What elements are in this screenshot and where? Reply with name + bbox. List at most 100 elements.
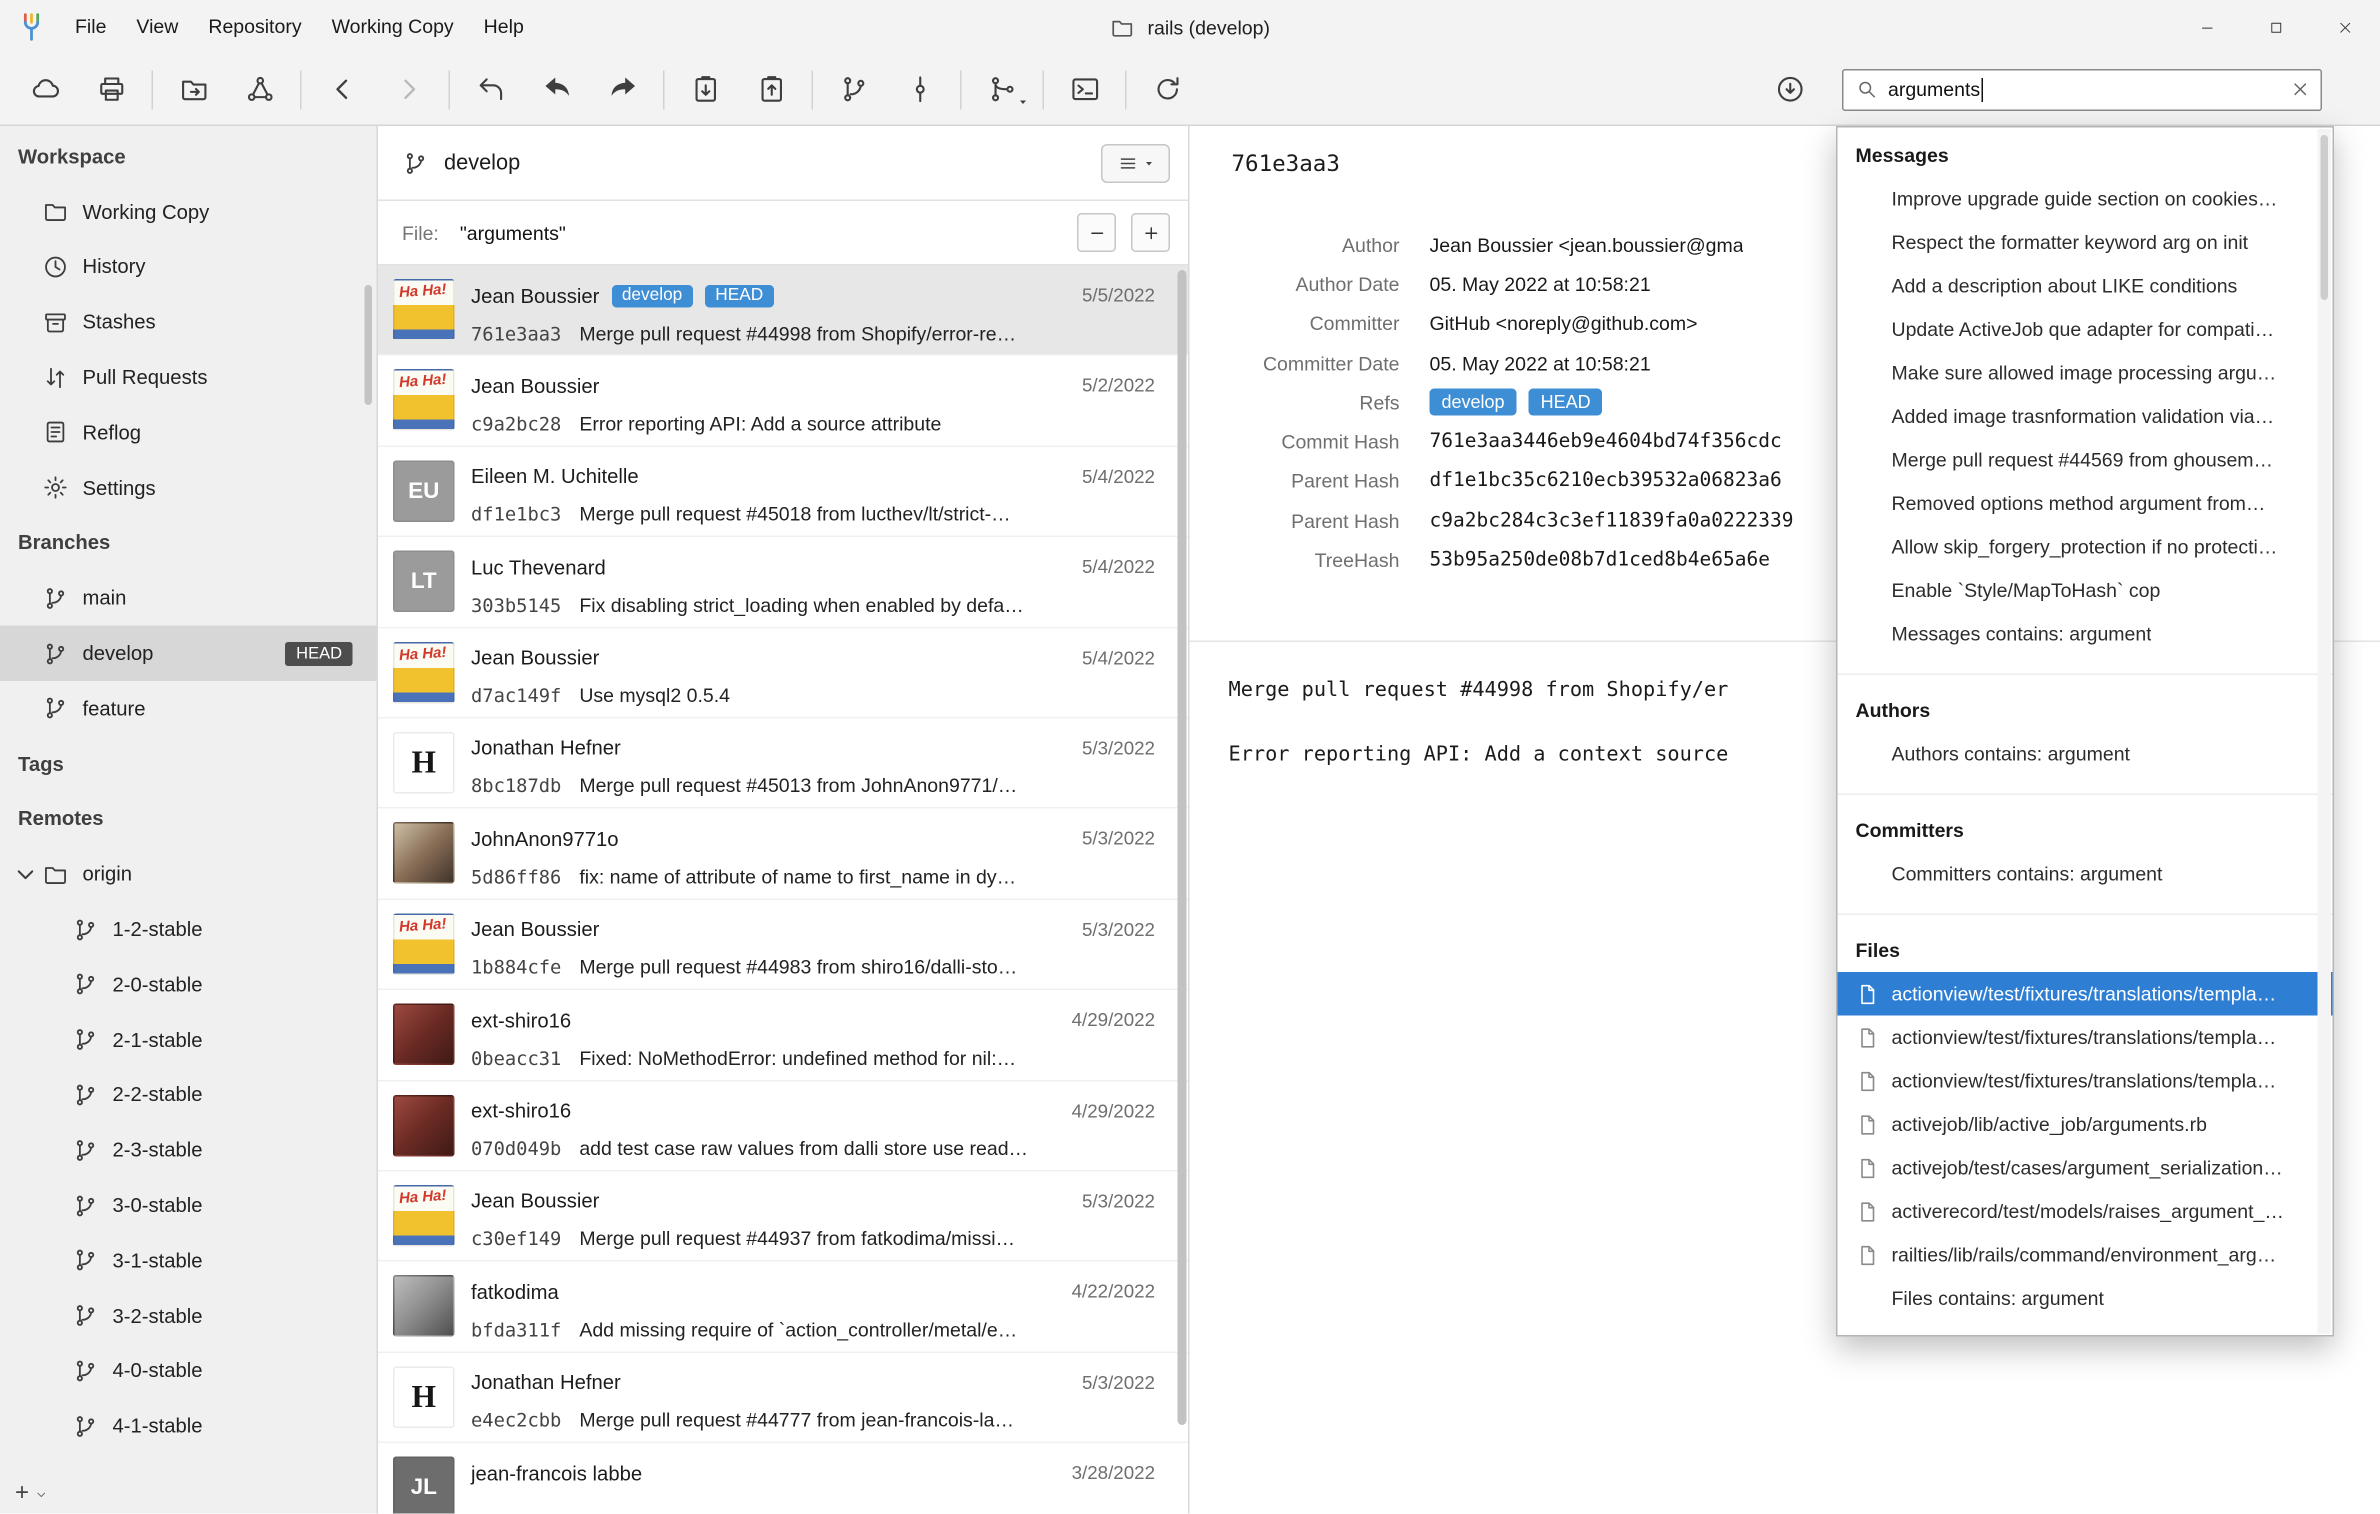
forward-button[interactable]: [375, 61, 441, 118]
commit-hash: e4ec2cbb: [471, 1409, 561, 1432]
sidebar-item-4-1-stable[interactable]: 4-1-stable: [0, 1398, 377, 1453]
commit-row[interactable]: Ha Ha!Jean Boussier5/4/2022d7ac149fUse m…: [378, 628, 1188, 719]
remove-filter-button[interactable]: [1077, 213, 1116, 252]
create-branch-button[interactable]: [821, 61, 887, 118]
sidebar-item-reflog[interactable]: Reflog: [0, 405, 377, 460]
filter-buttons: [1077, 213, 1170, 252]
dropdown-item[interactable]: railties/lib/rails/command/environment_a…: [1838, 1233, 2333, 1277]
stash-button[interactable]: [672, 61, 738, 118]
sidebar-item-2-1-stable[interactable]: 2-1-stable: [0, 1012, 377, 1067]
dropdown-item[interactable]: Authors contains: argument: [1838, 732, 2333, 776]
sidebar-item-feature[interactable]: feature: [0, 681, 377, 736]
commit-row[interactable]: JohnAnon9771o5/3/20225d86ff86fix: name o…: [378, 809, 1188, 900]
dropdown-item[interactable]: Added image trasnformation validation vi…: [1838, 395, 2333, 439]
dropdown-item[interactable]: Improve upgrade guide section on cookies…: [1838, 177, 2333, 221]
sidebar-item-origin[interactable]: origin: [0, 847, 377, 902]
sidebar-item-1-2-stable[interactable]: 1-2-stable: [0, 902, 377, 957]
commit-row[interactable]: JLjean-francois labbe3/28/2022: [378, 1443, 1188, 1514]
sidebar-item-4-0-stable[interactable]: 4-0-stable: [0, 1343, 377, 1398]
commit-row[interactable]: Ha Ha!Jean Boussier5/2/2022c9a2bc28Error…: [378, 356, 1188, 447]
refresh-button[interactable]: [1134, 61, 1200, 118]
create-tag-button[interactable]: [887, 61, 953, 118]
sidebar-item-2-0-stable[interactable]: 2-0-stable: [0, 957, 377, 1012]
close-button[interactable]: [2311, 0, 2380, 54]
dropdown-item[interactable]: Make sure allowed image processing argu…: [1838, 351, 2333, 395]
dropdown-item[interactable]: Messages contains: argument: [1838, 612, 2333, 656]
search-input[interactable]: arguments: [1841, 68, 2321, 110]
commit-row[interactable]: ext-shiro164/29/2022070d049badd test cas…: [378, 1081, 1188, 1172]
download-button[interactable]: [1757, 61, 1823, 118]
dropdown-item[interactable]: Update ActiveJob que adapter for compati…: [1838, 308, 2333, 352]
add-repository-button[interactable]: +: [0, 1475, 49, 1514]
pop-stash-button[interactable]: [738, 61, 804, 118]
dropdown-item[interactable]: Removed options method argument from…: [1838, 482, 2333, 526]
sidebar-item-label: 2-3-stable: [113, 1139, 203, 1162]
sidebar-item-main[interactable]: main: [0, 571, 377, 626]
commit-list-scrollbar[interactable]: [1178, 270, 1187, 1425]
sidebar-item-pull-requests[interactable]: Pull Requests: [0, 350, 377, 405]
commit-row[interactable]: HJonathan Hefner5/3/20228bc187dbMerge pu…: [378, 718, 1188, 809]
commit-row[interactable]: fatkodima4/22/2022bfda311fAdd missing re…: [378, 1262, 1188, 1353]
commit-row[interactable]: Ha Ha!Jean Boussier5/3/20221b884cfeMerge…: [378, 900, 1188, 991]
commit-row[interactable]: ext-shiro164/29/20220beacc31Fixed: NoMet…: [378, 990, 1188, 1081]
merge-button[interactable]: [969, 61, 1035, 118]
commit-row[interactable]: EUEileen M. Uchitelle5/4/2022df1e1bc3Mer…: [378, 447, 1188, 538]
dropdown-scrollbar[interactable]: [2318, 129, 2332, 1334]
dropdown-item[interactable]: Respect the formatter keyword arg on ini…: [1838, 221, 2333, 265]
commit-row[interactable]: Ha Ha!Jean BoussierdevelopHEAD5/5/202276…: [378, 266, 1188, 357]
dropdown-item[interactable]: Files contains: argument: [1838, 1277, 2333, 1321]
menu-working-copy[interactable]: Working Copy: [317, 0, 469, 54]
commit-row[interactable]: LTLuc Thevenard5/4/2022303b5145Fix disab…: [378, 537, 1188, 628]
dropdown-item[interactable]: activejob/test/cases/argument_serializat…: [1838, 1146, 2333, 1190]
dropdown-item[interactable]: Add a description about LIKE conditions: [1838, 264, 2333, 308]
sidebar-item-3-1-stable[interactable]: 3-1-stable: [0, 1233, 377, 1288]
printer-button[interactable]: [78, 61, 144, 118]
menu-help[interactable]: Help: [469, 0, 539, 54]
push-arrow-button[interactable]: [590, 61, 656, 118]
avatar: Ha Ha!: [393, 1185, 455, 1247]
add-filter-button[interactable]: [1131, 213, 1170, 252]
sidebar-item-settings[interactable]: Settings: [0, 460, 377, 515]
menu-file[interactable]: File: [60, 0, 121, 54]
minimize-button[interactable]: [2173, 0, 2242, 54]
dropdown-item[interactable]: Enable `Style/MapToHash` cop: [1838, 569, 2333, 613]
sidebar-item-develop[interactable]: developHEAD: [0, 626, 377, 681]
sidebar-item-history[interactable]: History: [0, 239, 377, 294]
sidebar-item-2-2-stable[interactable]: 2-2-stable: [0, 1067, 377, 1122]
dropdown-item[interactable]: Committers contains: argument: [1838, 852, 2333, 896]
dropdown-item[interactable]: activejob/lib/active_job/arguments.rb: [1838, 1103, 2333, 1147]
dropdown-item[interactable]: activerecord/test/models/raises_argument…: [1838, 1190, 2333, 1234]
list-options-button[interactable]: [1101, 143, 1170, 182]
sidebar-item-2-3-stable[interactable]: 2-3-stable: [0, 1123, 377, 1178]
sidebar-item-working-copy[interactable]: Working Copy: [0, 184, 377, 239]
sidebar-scrollbar[interactable]: [365, 285, 373, 405]
commit-message-summary: Fixed: NoMethodError: undefined method f…: [579, 1046, 1016, 1069]
pull-arrow-button[interactable]: [524, 61, 590, 118]
dropdown-item[interactable]: actionview/test/fixtures/translations/te…: [1838, 1059, 2333, 1103]
menu-view[interactable]: View: [121, 0, 193, 54]
dropdown-item[interactable]: Allow skip_forgery_protection if no prot…: [1838, 525, 2333, 569]
toolbar: arguments: [0, 54, 2380, 126]
sidebar-item-3-2-stable[interactable]: 3-2-stable: [0, 1288, 377, 1343]
dropdown-item[interactable]: actionview/test/fixtures/translations/te…: [1838, 1016, 2333, 1060]
undo-arrow-button[interactable]: [458, 61, 524, 118]
detail-field-label: Committer: [1190, 312, 1430, 335]
chevron-down-icon[interactable]: [12, 861, 39, 888]
sidebar-item-3-0-stable[interactable]: 3-0-stable: [0, 1178, 377, 1233]
clear-search-icon[interactable]: [2288, 78, 2311, 101]
back-button[interactable]: [309, 61, 375, 118]
open-folder-button[interactable]: [161, 61, 227, 118]
cloud-button[interactable]: [12, 61, 78, 118]
dropdown-scrollbar-thumb[interactable]: [2321, 135, 2329, 300]
commit-date: 5/5/2022: [1070, 285, 1155, 306]
dropdown-item[interactable]: actionview/test/fixtures/translations/te…: [1838, 972, 2333, 1016]
commit-row[interactable]: HJonathan Hefner5/3/2022e4ec2cbbMerge pu…: [378, 1353, 1188, 1444]
sidebar-item-stashes[interactable]: Stashes: [0, 295, 377, 350]
dropdown-item[interactable]: Merge pull request #44569 from ghousem…: [1838, 438, 2333, 482]
commit-row[interactable]: Ha Ha!Jean Boussier5/3/2022c30ef149Merge…: [378, 1171, 1188, 1262]
sidebar-section-tags: Tags: [0, 736, 377, 791]
terminal-button[interactable]: [1052, 61, 1118, 118]
network-button[interactable]: [227, 61, 293, 118]
maximize-button[interactable]: [2242, 0, 2311, 54]
menu-repository[interactable]: Repository: [193, 0, 316, 54]
